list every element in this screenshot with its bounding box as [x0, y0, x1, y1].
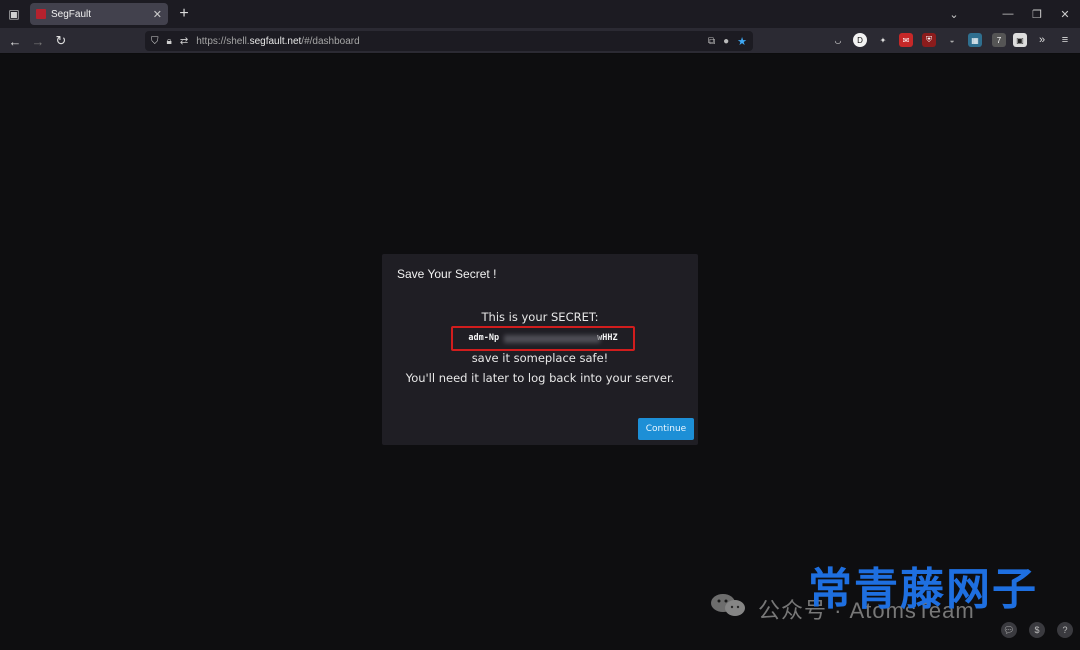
list-all-tabs-icon[interactable]: ⌄: [944, 0, 964, 28]
wechat-logo-icon: [711, 594, 745, 616]
tracking-shield-icon[interactable]: ⛉: [151, 36, 159, 47]
url-prefix: https://shell.: [196, 35, 250, 47]
save-instruction-text: save it someplace safe!: [471, 351, 609, 365]
secret-value-start: adm-Np: [468, 333, 500, 343]
back-arrow-icon[interactable]: ←: [5, 28, 25, 54]
url-host: segfault.net: [249, 35, 302, 47]
permissions-icon[interactable]: ⇄: [180, 36, 188, 47]
bookmark-star-icon[interactable]: ★: [737, 35, 747, 48]
tab-overview-icon[interactable]: ▣: [0, 0, 28, 28]
save-secret-dialog: Save Your Secret ! This is your SECRET: …: [382, 254, 698, 445]
hamburger-menu-icon[interactable]: ≡: [1058, 33, 1072, 47]
chat-icon[interactable]: 💬︎: [1001, 622, 1017, 638]
dialog-title: Save Your Secret !: [397, 267, 497, 281]
close-window-button[interactable]: ✕: [1055, 0, 1075, 28]
secret-redaction-blur: [504, 335, 600, 343]
overflow-menu-icon[interactable]: »: [1035, 33, 1049, 47]
secret-intro-text: This is your SECRET:: [481, 310, 599, 324]
address-bar[interactable]: ⛉ 🔒︎ ⇄ https://shell.segfault.net/#/dash…: [145, 31, 753, 51]
tab-close-icon[interactable]: ✕: [153, 8, 162, 21]
translate-icon[interactable]: ⧉: [708, 36, 715, 47]
extension-page-icon[interactable]: ●: [723, 36, 729, 47]
extension-box-icon[interactable]: ▣: [1013, 33, 1027, 47]
lock-icon[interactable]: 🔒︎: [167, 36, 172, 47]
extensions-puzzle-icon[interactable]: ✦: [876, 33, 890, 47]
pocket-icon[interactable]: ◡: [831, 33, 845, 47]
tab-segfault[interactable]: SegFault ✕: [30, 3, 168, 25]
segfault-favicon-icon: [36, 9, 46, 19]
continue-button[interactable]: Continue: [638, 418, 694, 440]
extension-grid-icon[interactable]: ▦: [968, 33, 982, 47]
url-path: /#/dashboard: [301, 35, 360, 47]
login-instruction-text: You'll need it later to log back into yo…: [405, 371, 675, 385]
extension-badge-icon[interactable]: ✉: [899, 33, 913, 47]
secret-highlight-box: adm-Np wHHZ: [451, 326, 635, 351]
reload-icon[interactable]: ↻: [51, 28, 71, 54]
forward-arrow-icon[interactable]: →: [28, 28, 48, 54]
dollar-icon[interactable]: $: [1029, 622, 1045, 638]
new-tab-button[interactable]: +: [176, 3, 192, 25]
extension-seven-icon[interactable]: 7: [992, 33, 1006, 47]
tab-title: SegFault: [51, 8, 92, 20]
url-text[interactable]: https://shell.segfault.net/#/dashboard: [196, 36, 700, 47]
watermark-brand-text: 常青藤网子: [808, 564, 1038, 615]
extension-dark-icon[interactable]: ◒: [945, 33, 959, 47]
help-icon[interactable]: ?: [1057, 622, 1073, 638]
secret-value-end: wHHZ: [597, 333, 618, 343]
account-icon[interactable]: D: [853, 33, 867, 47]
restore-button[interactable]: ❐: [1027, 0, 1047, 28]
minimize-button[interactable]: —: [998, 0, 1018, 28]
extension-shield-icon[interactable]: ⛨: [922, 33, 936, 47]
